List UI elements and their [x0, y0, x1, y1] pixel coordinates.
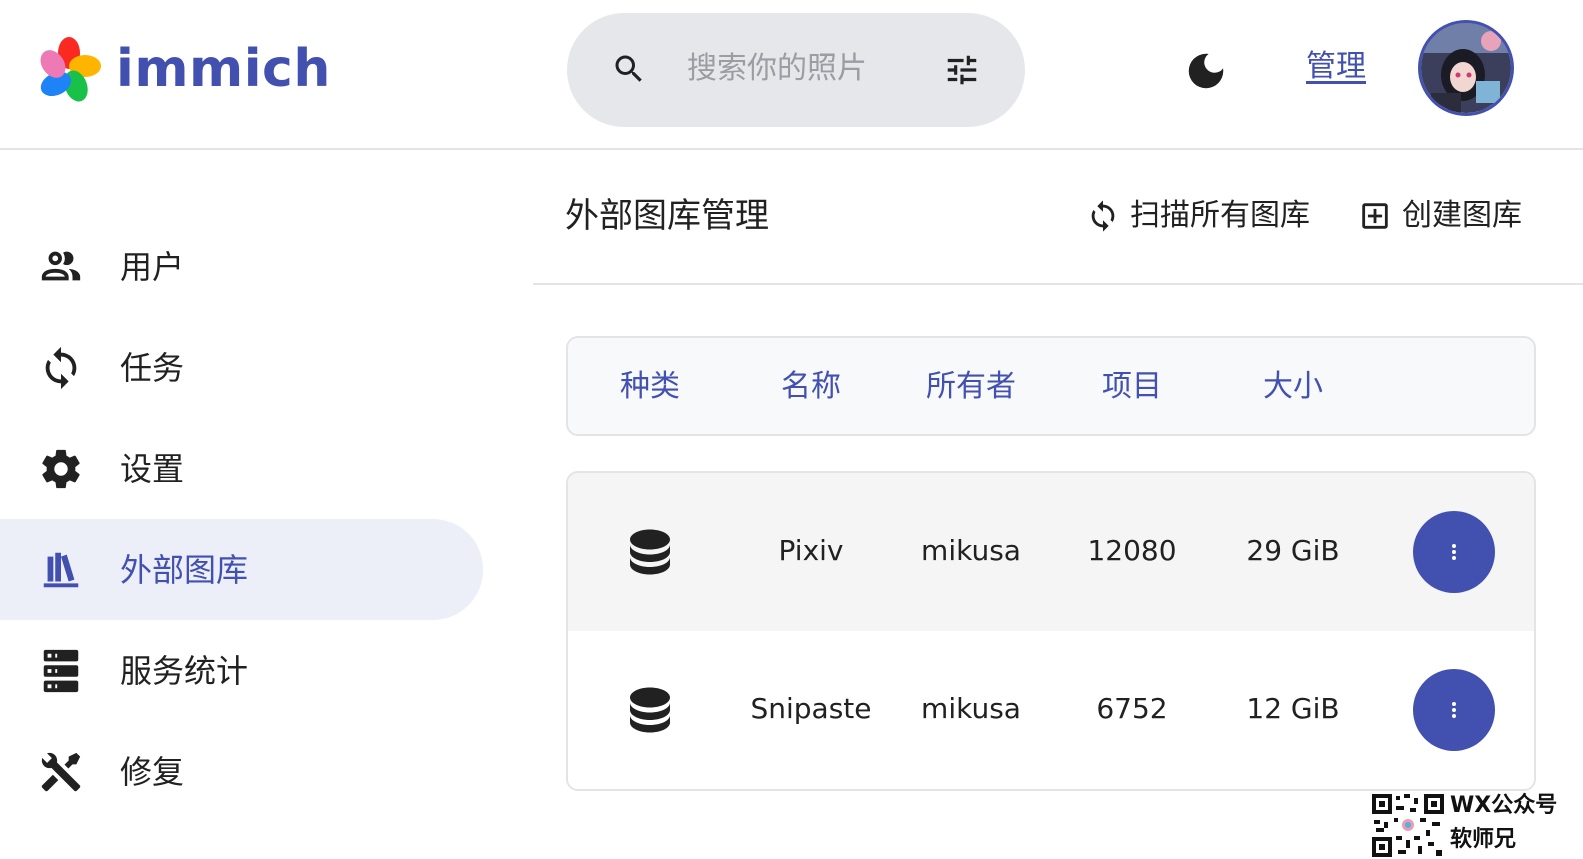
table-header: 种类 名称 所有者 项目 大小: [566, 336, 1536, 436]
watermark: WX公众号 软师兄: [1370, 792, 1583, 859]
immich-pinwheel-icon: [40, 37, 101, 102]
library-shelves-icon: [43, 552, 79, 588]
dots-vertical-icon: [1452, 702, 1456, 718]
column-header-name: 名称: [781, 369, 841, 404]
top-bar: immich 搜索你的照片 管理: [0, 0, 1583, 150]
column-header-size: 大小: [1263, 369, 1323, 404]
search-icon[interactable]: [611, 51, 647, 87]
library-name: Pixiv: [778, 534, 844, 567]
library-items: 12080: [1087, 534, 1177, 567]
avatar[interactable]: [1418, 20, 1514, 116]
logo-text: immich: [116, 39, 331, 99]
sidebar-item-users[interactable]: 用户: [0, 216, 483, 317]
scan-all-label: 扫描所有图库: [1130, 198, 1310, 233]
page-title: 外部图库管理: [565, 196, 769, 236]
sidebar-item-label: 外部图库: [120, 551, 249, 589]
search-input[interactable]: 搜索你的照片: [687, 47, 867, 91]
library-items: 6752: [1096, 692, 1168, 725]
sidebar-item-label: 服务统计: [120, 652, 249, 690]
library-size: 29 GiB: [1246, 534, 1340, 567]
database-icon: [630, 687, 670, 733]
library-name: Snipaste: [750, 692, 872, 725]
sidebar-item-external-libraries[interactable]: 外部图库: [0, 519, 483, 620]
avatar-image: [1421, 23, 1511, 113]
dots-vertical-icon: [1452, 544, 1456, 560]
library-size: 12 GiB: [1246, 692, 1340, 725]
table-row[interactable]: Snipaste mikusa 6752 12 GiB: [568, 631, 1534, 789]
scan-all-libraries-button[interactable]: 扫描所有图库: [1086, 194, 1310, 238]
admin-link[interactable]: 管理: [1306, 46, 1366, 88]
sync-icon: [45, 346, 77, 390]
library-owner: mikusa: [921, 534, 1021, 567]
watermark-line-1: WX公众号: [1450, 793, 1558, 818]
sidebar-item-label: 用户: [120, 248, 185, 286]
column-header-items: 项目: [1102, 369, 1162, 404]
search-bar[interactable]: 搜索你的照片: [567, 13, 1025, 127]
qr-code-icon: [1370, 792, 1446, 859]
table-row[interactable]: Pixiv mikusa 12080 29 GiB: [568, 473, 1534, 631]
library-menu-button[interactable]: [1413, 511, 1495, 593]
theme-toggle-moon-icon[interactable]: [1183, 48, 1229, 94]
divider: [533, 283, 1583, 285]
watermark-line-2: 软师兄: [1450, 827, 1517, 852]
create-library-label: 创建图库: [1402, 198, 1522, 233]
sync-icon: [1091, 200, 1115, 232]
sidebar-item-jobs[interactable]: 任务: [0, 317, 483, 418]
library-menu-button[interactable]: [1413, 669, 1495, 751]
immich-logo[interactable]: immich: [36, 36, 331, 102]
sidebar-item-label: 设置: [120, 450, 185, 488]
sidebar-item-settings[interactable]: 设置: [0, 418, 483, 519]
sidebar-item-label: 任务: [120, 349, 185, 387]
library-table: Pixiv mikusa 12080 29 GiB Snipaste mikus…: [566, 471, 1536, 791]
sidebar-item-label: 修复: [120, 753, 185, 791]
server-icon: [43, 649, 79, 693]
create-library-button[interactable]: 创建图库: [1358, 194, 1522, 238]
column-header-owner: 所有者: [926, 369, 1016, 404]
users-icon: [41, 251, 81, 281]
database-icon: [630, 529, 670, 575]
sidebar-item-server-stats[interactable]: 服务统计: [0, 620, 483, 721]
tune-icon[interactable]: [943, 51, 981, 89]
column-header-type: 种类: [620, 369, 680, 404]
plus-box-outline-icon: [1362, 203, 1388, 229]
sidebar-item-repair[interactable]: 修复: [0, 721, 483, 822]
gear-icon: [42, 449, 80, 489]
library-owner: mikusa: [921, 692, 1021, 725]
admin-sidebar: 用户 任务 设置 外部图库 服务统计 修复: [0, 216, 483, 822]
tools-icon: [41, 752, 81, 792]
